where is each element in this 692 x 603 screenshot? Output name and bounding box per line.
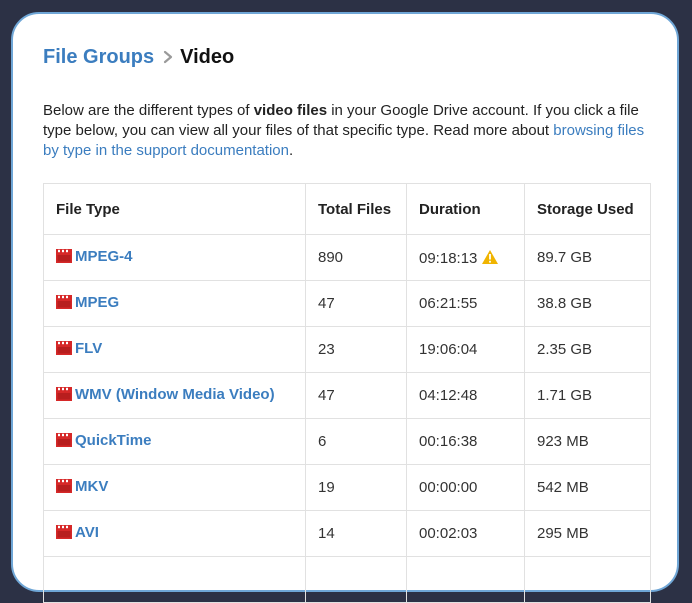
duration-value: 09:18:13 bbox=[419, 249, 478, 267]
file-type-cell: AVI bbox=[43, 510, 306, 557]
storage-used-cell bbox=[524, 556, 651, 603]
file-type-cell-inner: MKV bbox=[56, 478, 108, 495]
file-type-cell: MPEG bbox=[43, 280, 306, 327]
file-type-link[interactable]: MPEG bbox=[75, 294, 119, 311]
storage-used-cell: 1.71 GB bbox=[524, 372, 651, 419]
file-type-cell: MKV bbox=[43, 464, 306, 511]
file-type-cell-inner: MPEG bbox=[56, 294, 119, 311]
table-row: QuickTime 6 00:16:38 923 MB bbox=[43, 418, 651, 465]
storage-used-cell: 295 MB bbox=[524, 510, 651, 557]
total-files-cell: 23 bbox=[305, 326, 407, 373]
header-file-type: File Type bbox=[43, 183, 306, 235]
file-types-table: File Type Total Files Duration Storage U… bbox=[43, 183, 651, 603]
file-type-cell: FLV bbox=[43, 326, 306, 373]
table-row: MKV 19 00:00:00 542 MB bbox=[43, 464, 651, 511]
total-files-cell bbox=[305, 556, 407, 603]
intro-part1: Below are the different types of bbox=[43, 102, 254, 119]
film-clapper-icon bbox=[56, 295, 72, 310]
film-clapper-icon bbox=[56, 249, 72, 264]
duration-cell: 00:00:00 bbox=[406, 464, 525, 511]
table-row: WMV (Window Media Video) 47 04:12:48 1.7… bbox=[43, 372, 651, 419]
storage-used-cell: 38.8 GB bbox=[524, 280, 651, 327]
total-files-cell: 6 bbox=[305, 418, 407, 465]
storage-used-cell: 89.7 GB bbox=[524, 234, 651, 281]
file-type-cell: WMV (Window Media Video) bbox=[43, 372, 306, 419]
header-storage-used: Storage Used bbox=[524, 183, 651, 235]
file-type-cell-inner: WMV (Window Media Video) bbox=[56, 386, 275, 403]
film-clapper-icon bbox=[56, 525, 72, 540]
duration-cell: 04:12:48 bbox=[406, 372, 525, 419]
header-total-files: Total Files bbox=[305, 183, 407, 235]
file-type-link[interactable]: FLV bbox=[75, 340, 102, 357]
warning-triangle-icon[interactable] bbox=[481, 249, 499, 265]
file-type-link[interactable]: AVI bbox=[75, 524, 99, 541]
file-type-cell-inner: QuickTime bbox=[56, 432, 151, 449]
file-types-table-wrap: File Type Total Files Duration Storage U… bbox=[43, 183, 651, 603]
breadcrumb-file-groups-link[interactable]: File Groups bbox=[43, 44, 154, 70]
intro-bold: video files bbox=[253, 102, 328, 119]
total-files-cell: 14 bbox=[305, 510, 407, 557]
file-type-cell: MPEG-4 bbox=[43, 234, 306, 281]
file-type-cell-inner: AVI bbox=[56, 524, 99, 541]
file-type-cell-inner: FLV bbox=[56, 340, 102, 357]
chevron-right-icon bbox=[162, 50, 174, 64]
table-row: AVI 14 00:02:03 295 MB bbox=[43, 510, 651, 557]
table-row-partial bbox=[43, 556, 651, 603]
storage-used-cell: 923 MB bbox=[524, 418, 651, 465]
content-card: File Groups Video Below are the differen… bbox=[11, 12, 679, 603]
header-duration: Duration bbox=[406, 183, 525, 235]
duration-cell: 06:21:55 bbox=[406, 280, 525, 327]
table-row: MPEG-4 890 09:18:13 89.7 GB bbox=[43, 234, 651, 281]
storage-used-cell: 542 MB bbox=[524, 464, 651, 511]
breadcrumb-current: Video bbox=[180, 46, 235, 68]
file-type-link[interactable]: MPEG-4 bbox=[75, 248, 133, 265]
breadcrumb: File Groups Video bbox=[43, 44, 234, 70]
total-files-cell: 47 bbox=[305, 372, 407, 419]
duration-cell: 09:18:13 bbox=[406, 234, 525, 281]
total-files-cell: 19 bbox=[305, 464, 407, 511]
film-clapper-icon bbox=[56, 387, 72, 402]
film-clapper-icon bbox=[56, 433, 72, 448]
duration-cell: 19:06:04 bbox=[406, 326, 525, 373]
table-body: MPEG-4 890 09:18:13 89.7 GB MPEG 47 06:2… bbox=[43, 234, 651, 603]
intro-part3: . bbox=[289, 142, 294, 159]
film-clapper-icon bbox=[56, 341, 72, 356]
table-row: FLV 23 19:06:04 2.35 GB bbox=[43, 326, 651, 373]
table-header-row: File Type Total Files Duration Storage U… bbox=[43, 183, 651, 235]
film-clapper-icon bbox=[56, 479, 72, 494]
file-type-link[interactable]: QuickTime bbox=[75, 432, 151, 449]
duration-cell: 00:16:38 bbox=[406, 418, 525, 465]
storage-used-cell: 2.35 GB bbox=[524, 326, 651, 373]
table-row: MPEG 47 06:21:55 38.8 GB bbox=[43, 280, 651, 327]
total-files-cell: 47 bbox=[305, 280, 407, 327]
file-type-link[interactable]: WMV (Window Media Video) bbox=[75, 386, 275, 403]
file-type-cell: QuickTime bbox=[43, 418, 306, 465]
file-type-link[interactable]: MKV bbox=[75, 478, 108, 495]
duration-cell: 00:02:03 bbox=[406, 510, 525, 557]
file-type-cell-inner: MPEG-4 bbox=[56, 248, 133, 265]
duration-cell bbox=[406, 556, 525, 603]
intro-text: Below are the different types of video f… bbox=[43, 101, 653, 161]
file-type-cell bbox=[43, 556, 306, 603]
total-files-cell: 890 bbox=[305, 234, 407, 281]
